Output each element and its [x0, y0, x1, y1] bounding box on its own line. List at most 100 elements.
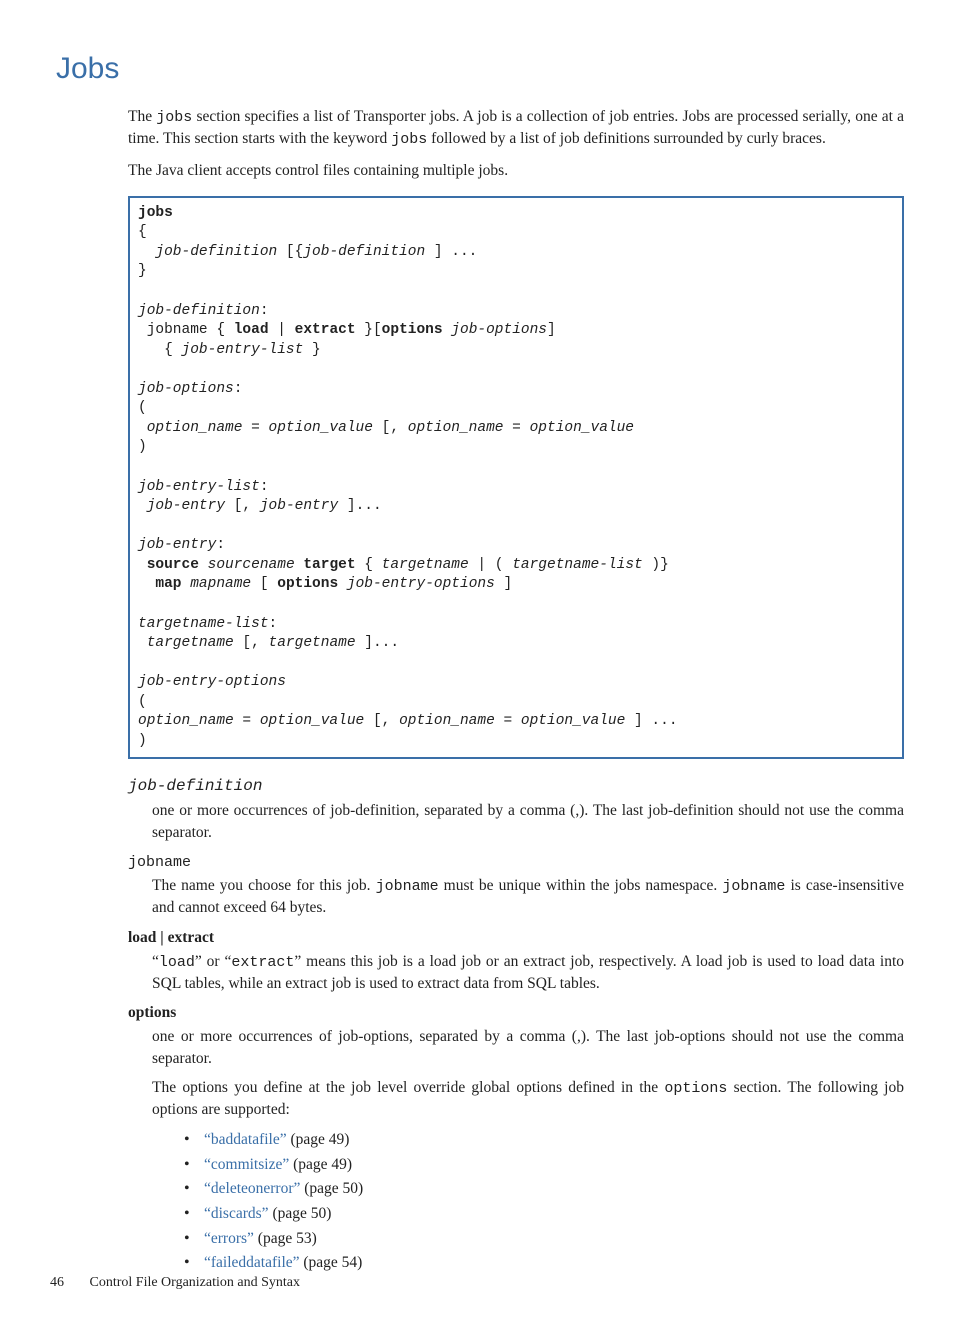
- term-options: options: [128, 1002, 904, 1024]
- text: [{: [277, 244, 303, 260]
- term-label: jobname: [128, 854, 191, 871]
- term-label: options: [128, 1004, 176, 1021]
- page-footer: 46 Control File Organization and Syntax: [50, 1273, 300, 1293]
- text: The name you choose for this job.: [152, 877, 376, 894]
- text: [,: [225, 498, 260, 514]
- kw-map: map: [155, 576, 181, 592]
- page-ref: (page 49): [287, 1131, 350, 1148]
- brace: {: [138, 224, 147, 240]
- blank: [138, 596, 147, 612]
- page-ref: (page 50): [300, 1180, 363, 1197]
- text: jobname {: [138, 322, 234, 338]
- text: followed by a list of job definitions su…: [427, 130, 826, 147]
- ph-job-entry: job-entry: [138, 537, 216, 553]
- page-ref: (page 50): [269, 1205, 332, 1222]
- ph-option: option_name = option_value: [147, 420, 373, 436]
- text: [338, 576, 347, 592]
- link-discards[interactable]: “discards”: [204, 1205, 269, 1222]
- code: extract: [231, 954, 294, 971]
- list-item: “discards” (page 50): [176, 1203, 904, 1225]
- blank: [138, 518, 147, 534]
- link-errors[interactable]: “errors”: [204, 1230, 254, 1247]
- text: [138, 557, 147, 573]
- brace: }: [138, 263, 147, 279]
- paren: ): [138, 733, 147, 749]
- syntax-box: jobs { job-definition [{job-definition ]…: [128, 196, 904, 760]
- text: ] ...: [425, 244, 477, 260]
- colon: :: [269, 616, 278, 632]
- list-item: “deleteonerror” (page 50): [176, 1178, 904, 1200]
- ph-option: option_name = option_value: [138, 713, 364, 729]
- code: job-options: [338, 1028, 409, 1045]
- text: }[: [356, 322, 382, 338]
- link-baddatafile[interactable]: “baddatafile”: [204, 1131, 287, 1148]
- ph-job-definition: job-definition: [303, 244, 425, 260]
- code: options: [664, 1080, 727, 1097]
- term-label: load | extract: [128, 929, 214, 946]
- link-deleteonerror[interactable]: “deleteonerror”: [204, 1180, 300, 1197]
- term-label: job-definition: [128, 777, 262, 795]
- text: [,: [364, 713, 399, 729]
- text: {: [138, 342, 182, 358]
- ph-job-options: job-options: [451, 322, 547, 338]
- text: }: [303, 342, 320, 358]
- def-options: one or more occurrences of job-options, …: [152, 1026, 904, 1274]
- term-job-definition: job-definition: [128, 775, 904, 797]
- section-heading: Jobs: [56, 48, 904, 90]
- page-ref: (page 54): [300, 1254, 363, 1271]
- text: [138, 635, 147, 651]
- text: ]...: [356, 635, 400, 651]
- page-number: 46: [50, 1273, 86, 1293]
- text: , separated by a comma (,). The last: [409, 1028, 655, 1045]
- options-list: “baddatafile” (page 49) “commitsize” (pa…: [176, 1129, 904, 1274]
- text: [138, 420, 147, 436]
- kw-target: target: [303, 557, 355, 573]
- ph-job-entry-list: job-entry-list: [182, 342, 304, 358]
- list-item: “baddatafile” (page 49): [176, 1129, 904, 1151]
- kw-options: options: [277, 576, 338, 592]
- indent: [138, 244, 155, 260]
- ph-mapname: mapname: [190, 576, 251, 592]
- paren: (: [138, 400, 147, 416]
- code-jobs: jobs: [391, 131, 427, 148]
- paren: (: [138, 694, 147, 710]
- text: |: [269, 322, 295, 338]
- text: [182, 576, 191, 592]
- term-jobname: jobname: [128, 851, 904, 873]
- text: one or more occurrences of: [152, 1028, 338, 1045]
- ph-job-entry-list: job-entry-list: [138, 479, 260, 495]
- text: ]: [495, 576, 512, 592]
- ph-job-definition: job-definition: [138, 303, 260, 319]
- code: job-options: [655, 1028, 726, 1045]
- text: [,: [373, 420, 408, 436]
- ph-option: option_name = option_value: [408, 420, 634, 436]
- ph-sourcename: sourcename: [208, 557, 295, 573]
- ph-job-entry: job-entry: [260, 498, 338, 514]
- ph-job-entry: job-entry: [147, 498, 225, 514]
- ph-targetname-list: targetname-list: [138, 616, 269, 632]
- text: “: [152, 953, 159, 970]
- colon: :: [260, 303, 269, 319]
- ph-targetname: targetname: [269, 635, 356, 651]
- kw-options: options: [382, 322, 443, 338]
- colon: :: [260, 479, 269, 495]
- blank: [138, 361, 147, 377]
- intro-paragraph-1: The jobs section specifies a list of Tra…: [128, 106, 904, 150]
- kw-extract: extract: [295, 322, 356, 338]
- list-item: “errors” (page 53): [176, 1228, 904, 1250]
- term-load-extract: load | extract: [128, 927, 904, 949]
- text: ]...: [338, 498, 382, 514]
- ph-option: option_name = option_value: [399, 713, 625, 729]
- text: must be unique within the jobs namespace…: [439, 877, 723, 894]
- text: The options you define at the job level …: [152, 1079, 664, 1096]
- colon: :: [234, 381, 243, 397]
- text: )}: [643, 557, 669, 573]
- text: [138, 498, 147, 514]
- link-faileddatafile[interactable]: “faileddatafile”: [204, 1254, 300, 1271]
- kw-jobs: jobs: [138, 205, 173, 221]
- text: ]: [547, 322, 556, 338]
- intro-paragraph-2: The Java client accepts control files co…: [128, 160, 904, 182]
- text: [443, 322, 452, 338]
- link-commitsize[interactable]: “commitsize”: [204, 1156, 289, 1173]
- code: load: [159, 954, 195, 971]
